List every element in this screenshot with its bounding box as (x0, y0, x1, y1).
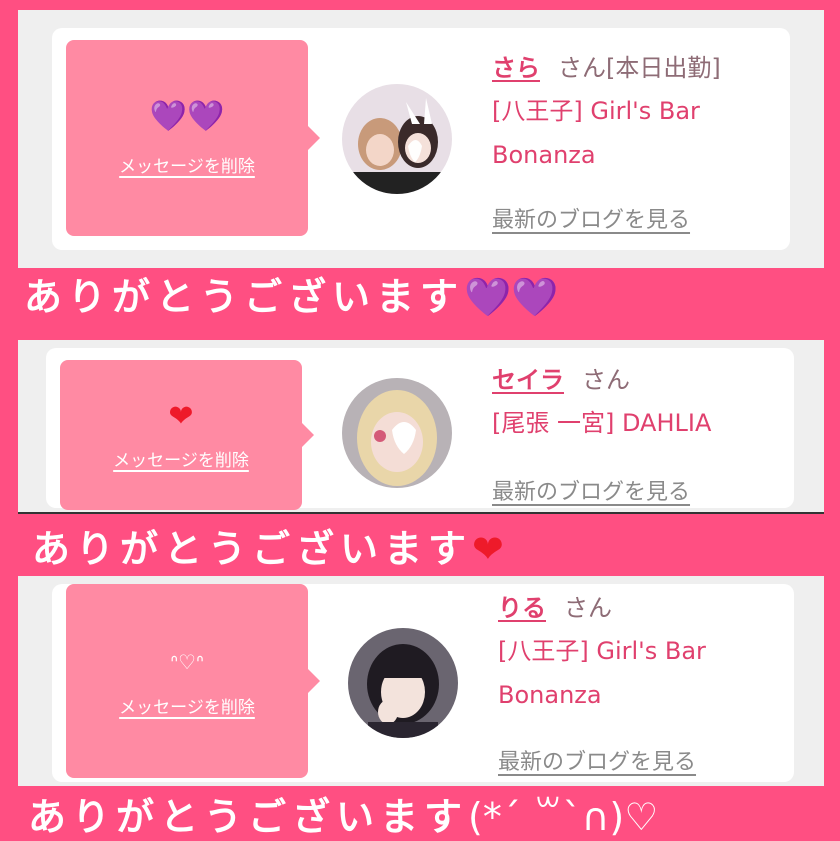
shop-line: [八王子] Girl's Bar (492, 96, 700, 125)
avatar[interactable] (342, 378, 452, 488)
thanks-text: ありがとうございます (32, 527, 473, 571)
thanks-text: ありがとうございます (28, 795, 469, 839)
message-bubble: 💜💜 メッセージを削除 (66, 40, 320, 236)
profile-info: セイラ さん [尾張 一宮] DAHLIA (492, 366, 784, 445)
message-panel: 💜💜 メッセージを削除 さらさん[本日出勤] [八王子] Girl's Bar (18, 10, 824, 268)
message-bubble: ᐢ♡ᐢ メッセージを削除 (66, 584, 320, 778)
member-name-link[interactable]: さら (492, 54, 540, 82)
latest-blog-link[interactable]: 最新のブログを見る (492, 474, 690, 506)
avatar[interactable] (342, 84, 452, 194)
avatar-photo (342, 378, 452, 488)
member-name-link[interactable]: セイラ (492, 366, 564, 394)
profile-info: さら さん[本日出勤] [八王子] Girl's Bar Bonanza (492, 54, 780, 177)
thanks-text: ありがとうございます (24, 275, 465, 319)
message-card: ᐢ♡ᐢ メッセージを削除 りる さん [八王子] Girl's Bar Bonan… (52, 584, 794, 782)
message-card: 💜💜 メッセージを削除 さらさん[本日出勤] [八王子] Girl's Bar (52, 28, 790, 250)
thanks-caption: ありがとうございます💜💜 (24, 266, 559, 321)
message-bubble: ❤ メッセージを削除 (60, 360, 314, 510)
shop-info: [八王子] Girl's Bar Bonanza (492, 89, 780, 177)
shop-line: [八王子] Girl's Bar (498, 636, 706, 665)
message-panel: ᐢ♡ᐢ メッセージを削除 りる さん [八王子] Girl's Bar Bonan… (18, 576, 824, 786)
avatar-photo (348, 628, 458, 738)
status-badge: [本日出勤] (606, 54, 721, 82)
kaomoji-heart-icon: (*´ ꒳`∩)♡ (468, 795, 659, 839)
thanks-caption: ありがとうございます❤ (32, 518, 504, 573)
shop-info: [八王子] Girl's Bar Bonanza (498, 629, 784, 717)
red-heart-icon: ❤ (168, 398, 194, 434)
profile-info: りる さん [八王子] Girl's Bar Bonanza (498, 594, 784, 717)
avatar[interactable] (348, 628, 458, 738)
honorific-label: さん (558, 54, 606, 82)
red-heart-icon: ❤ (472, 527, 504, 571)
shop-line: Bonanza (492, 140, 596, 169)
member-name-link[interactable]: りる (498, 594, 546, 622)
kaomoji-icon: ᐢ♡ᐢ (170, 649, 204, 674)
thanks-caption: ありがとうございます(*´ ꒳`∩)♡ (28, 786, 658, 841)
shop-line: Bonanza (498, 680, 602, 709)
avatar-photo (342, 84, 452, 194)
heart-emoji-icon: 💜💜 (149, 98, 225, 134)
honorific-label: さん (564, 594, 612, 622)
message-card: ❤ メッセージを削除 セイラ さん [尾張 一宮] DAHLIA 最新のブログを見… (46, 348, 794, 510)
delete-message-link[interactable]: メッセージを削除 (113, 446, 249, 471)
latest-blog-link[interactable]: 最新のブログを見る (498, 744, 696, 776)
purple-heart-icon: 💜💜 (464, 275, 559, 319)
honorific-label: さん (582, 366, 630, 394)
shop-line: [尾張 一宮] DAHLIA (492, 408, 712, 437)
shop-info: [尾張 一宮] DAHLIA (492, 401, 784, 445)
delete-message-link[interactable]: メッセージを削除 (119, 152, 255, 177)
latest-blog-link[interactable]: 最新のブログを見る (492, 202, 690, 234)
message-panel: ❤ メッセージを削除 セイラ さん [尾張 一宮] DAHLIA 最新のブログを見… (18, 340, 824, 514)
delete-message-link[interactable]: メッセージを削除 (119, 693, 255, 718)
